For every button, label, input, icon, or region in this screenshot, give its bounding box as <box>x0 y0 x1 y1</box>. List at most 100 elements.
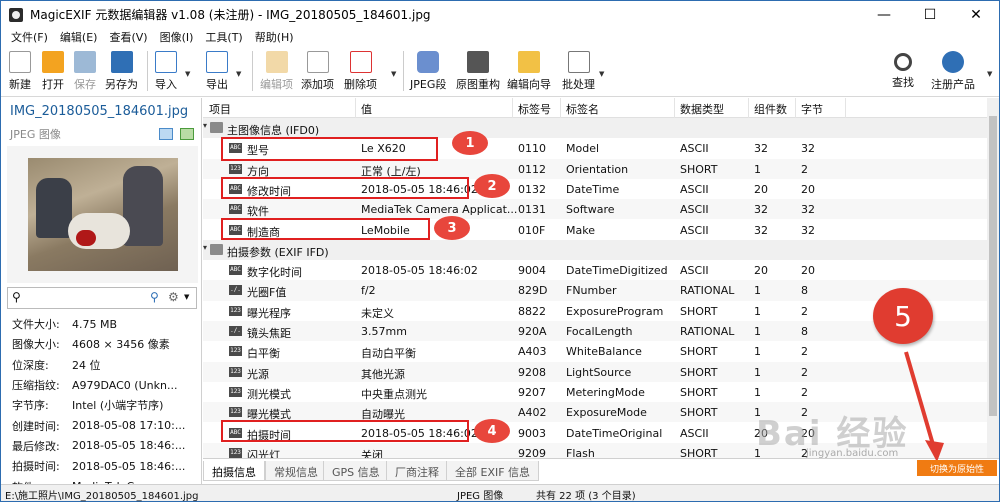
table-row[interactable]: ABC 数字化时间 2018-05-05 18:46:02 9004 DateTimeD… <box>203 260 987 280</box>
import-button[interactable]: 导入 <box>155 49 177 95</box>
menu-edit[interactable]: 编辑(E) <box>54 29 104 45</box>
view-image-icon[interactable] <box>159 128 173 140</box>
export-button[interactable]: 导出 <box>206 49 228 95</box>
minimize-button[interactable]: — <box>861 1 907 28</box>
tag-icon <box>417 51 440 73</box>
delete-item-button[interactable]: 删除项 <box>344 49 377 95</box>
cell-tag: A402 <box>518 406 547 420</box>
group-row[interactable]: ▾ 拍摄参数 (EXIF IFD) <box>203 239 987 261</box>
cell-tagname: Model <box>566 142 600 156</box>
cell-count: 1 <box>754 284 761 298</box>
col-value[interactable]: 值 <box>361 101 372 117</box>
file-info-panel: IMG_20180505_184601.jpg JPEG 图像 ⚲ ⚲ ⚙ ▼ … <box>2 98 202 494</box>
tab-all-exif[interactable]: 全部 EXIF 信息 <box>446 461 540 481</box>
title-bar: MagicEXIF 元数据编辑器 v1.08 (未注册) - IMG_20180… <box>1 1 999 28</box>
tab-shooting-info[interactable]: 拍摄信息 <box>203 461 265 481</box>
register-dropdown-icon[interactable]: ▼ <box>987 70 992 78</box>
save-as-button[interactable]: 另存为 <box>105 49 138 95</box>
wizard-icon <box>518 51 540 73</box>
cell-item: 白平衡 <box>247 347 280 361</box>
tab-general-info[interactable]: 常规信息 <box>265 461 327 481</box>
batch-icon <box>567 51 590 73</box>
find-button[interactable]: 查找 <box>892 49 914 95</box>
property-label: 图像大小: <box>12 338 60 352</box>
column-divider <box>560 98 561 118</box>
cell-type: SHORT <box>680 385 718 399</box>
field-type-icon: 123 <box>229 305 242 316</box>
rebuild-button[interactable]: 原图重构 <box>456 49 500 95</box>
export-dropdown-icon[interactable]: ▼ <box>236 70 241 78</box>
add-item-button[interactable]: 添加项 <box>301 49 334 95</box>
locate-icon[interactable]: ⚲ <box>150 290 159 304</box>
cell-tagname: FNumber <box>566 284 617 298</box>
table-row[interactable]: ABC 软件 MediaTek Camera Applicat... 0131 Soft… <box>203 199 987 220</box>
menu-view[interactable]: 查看(V) <box>103 29 153 45</box>
tab-gps-info[interactable]: GPS 信息 <box>323 461 389 481</box>
edit-item-button[interactable]: 编辑项 <box>260 49 293 95</box>
group-row[interactable]: ▾ 主图像信息 (IFD0) <box>203 118 987 139</box>
field-type-icon: 123 <box>229 346 242 357</box>
cell-tagname: Software <box>566 203 615 217</box>
menu-image[interactable]: 图像(I) <box>154 29 200 45</box>
property-label: 创建时间: <box>12 419 60 433</box>
maximize-button[interactable]: ☐ <box>907 1 953 28</box>
menu-help[interactable]: 帮助(H) <box>249 29 300 45</box>
delete-dropdown-icon[interactable]: ▼ <box>391 70 396 78</box>
table-row[interactable]: 123 方向 正常 (上/左) 0112 Orientation SHORT 1 2 <box>203 158 987 179</box>
table-row[interactable]: 123 测光模式 中央重点测光 9207 MeteringMode SHORT 1 2 <box>203 382 987 402</box>
property-value: A979DAC0 (Unkn... <box>72 378 178 392</box>
tab-maker-notes[interactable]: 厂商注释 <box>386 461 448 481</box>
batch-button[interactable]: 批处理 <box>562 49 595 95</box>
batch-dropdown-icon[interactable]: ▼ <box>599 70 604 78</box>
col-tagname[interactable]: 标签名 <box>566 101 599 117</box>
table-row[interactable]: ./. 镜头焦距 3.57mm 920A FocalLength RATIONAL 1 8 <box>203 321 987 342</box>
menu-tools[interactable]: 工具(T) <box>199 29 248 45</box>
cell-tagname: DateTimeOriginal <box>566 426 663 440</box>
cell-type: ASCII <box>680 264 709 278</box>
cell-bytes: 2 <box>801 385 808 399</box>
table-row[interactable]: 123 白平衡 自动白平衡 A403 WhiteBalance SHORT 1 2 <box>203 341 987 361</box>
jpeg-segment-button[interactable]: JPEG段 <box>410 49 446 95</box>
col-item[interactable]: 项目 <box>209 101 231 117</box>
import-dropdown-icon[interactable]: ▼ <box>185 70 190 78</box>
vertical-scrollbar[interactable] <box>987 98 999 458</box>
new-button[interactable]: 新建 <box>9 49 31 95</box>
col-bytes[interactable]: 字节 <box>801 101 823 117</box>
highlight-box-2 <box>221 177 469 199</box>
table-row[interactable]: 123 光源 其他光源 9208 LightSource SHORT 1 2 <box>203 361 987 382</box>
cell-bytes: 32 <box>801 142 815 156</box>
switch-original-badge[interactable]: 切换为原始性 <box>917 460 997 476</box>
cell-item: 光圈F值 <box>247 286 287 300</box>
table-row[interactable]: 123 曝光程序 未定义 8822 ExposureProgram SHORT 1 2 <box>203 301 987 321</box>
search-input[interactable] <box>26 290 136 302</box>
group-label: 主图像信息 (IFD0) <box>227 124 320 137</box>
thumbnail-frame <box>7 146 198 283</box>
search-box[interactable]: ⚲ ⚲ ⚙ ▼ <box>7 287 197 309</box>
col-count[interactable]: 组件数 <box>754 101 787 117</box>
menu-file[interactable]: 文件(F) <box>5 29 54 45</box>
chevron-down-icon[interactable]: ▼ <box>184 293 189 301</box>
col-tag[interactable]: 标签号 <box>518 101 551 117</box>
cell-tagname: MeteringMode <box>566 385 645 399</box>
image-preview-icon[interactable] <box>180 128 194 140</box>
wizard-button[interactable]: 编辑向导 <box>507 49 551 95</box>
export-icon <box>206 51 228 73</box>
column-divider <box>845 98 846 118</box>
cell-value: MediaTek Camera Applicat... <box>361 203 518 217</box>
register-button[interactable]: 注册产品 <box>931 49 975 95</box>
close-button[interactable]: ✕ <box>953 1 999 28</box>
col-type[interactable]: 数据类型 <box>680 101 724 117</box>
table-row[interactable]: ./. 光圈F值 f/2 829D FNumber RATIONAL 1 8 <box>203 280 987 301</box>
collapse-icon[interactable]: ▾ <box>203 243 207 252</box>
cell-value: 3.57mm <box>361 325 407 338</box>
open-button[interactable]: 打开 <box>42 49 64 95</box>
camera-icon <box>467 51 489 73</box>
cell-tag: 9003 <box>518 426 546 440</box>
gear-icon[interactable]: ⚙ <box>168 290 179 304</box>
cell-item: 曝光程序 <box>247 306 291 320</box>
save-button[interactable]: 保存 <box>74 49 96 95</box>
cell-bytes: 32 <box>801 203 815 217</box>
field-type-icon: ./. <box>229 285 242 296</box>
collapse-icon[interactable]: ▾ <box>203 121 207 130</box>
scrollbar-thumb[interactable] <box>989 116 997 416</box>
